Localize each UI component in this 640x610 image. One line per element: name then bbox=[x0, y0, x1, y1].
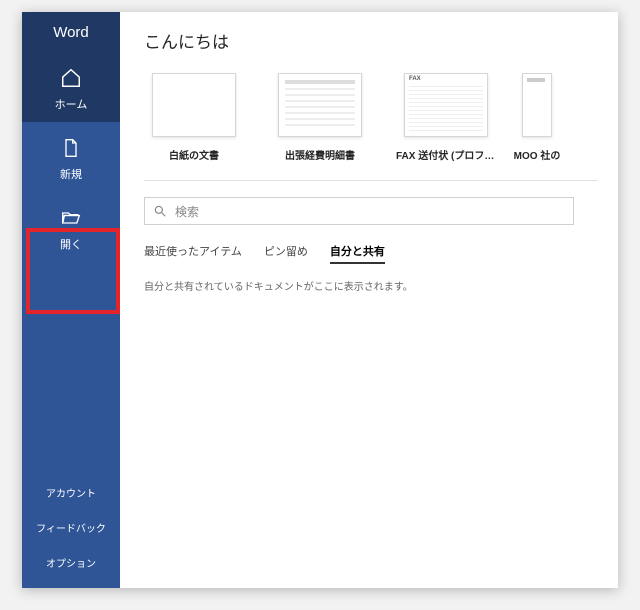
tab-pinned[interactable]: ピン留め bbox=[264, 243, 308, 264]
template-fax[interactable]: FAX 送付状 (プロフェ… bbox=[396, 73, 496, 162]
template-label: 出張経費明細書 bbox=[285, 147, 355, 162]
template-thumb bbox=[278, 73, 362, 137]
divider bbox=[144, 180, 598, 181]
template-label: FAX 送付状 (プロフェ… bbox=[396, 147, 496, 162]
home-icon bbox=[59, 66, 83, 90]
nav-item-label: 新規 bbox=[60, 166, 82, 182]
sidebar: Word ホーム 新規 開く アカウント bbox=[22, 12, 120, 588]
nav-item-options[interactable]: オプション bbox=[22, 545, 120, 580]
nav-item-label: 開く bbox=[60, 236, 82, 252]
template-label: 白紙の文書 bbox=[169, 147, 219, 162]
app-window: Word ホーム 新規 開く アカウント bbox=[22, 12, 618, 588]
nav-item-feedback[interactable]: フィードバック bbox=[22, 510, 120, 545]
tab-recent[interactable]: 最近使ったアイテム bbox=[144, 243, 242, 264]
recent-tabs: 最近使ったアイテム ピン留め 自分と共有 bbox=[144, 243, 618, 264]
template-thumb bbox=[404, 73, 488, 137]
search-placeholder: 検索 bbox=[175, 203, 199, 220]
nav-primary: ホーム 新規 開く bbox=[22, 52, 120, 262]
page-title: こんにちは bbox=[144, 28, 618, 53]
template-blank[interactable]: 白紙の文書 bbox=[144, 73, 244, 162]
search-input[interactable]: 検索 bbox=[144, 197, 574, 225]
template-row: 白紙の文書 出張経費明細書 FAX 送付状 (プロフェ… MOO 社の bbox=[144, 73, 618, 162]
document-icon bbox=[59, 136, 83, 160]
nav-item-account[interactable]: アカウント bbox=[22, 475, 120, 510]
app-title: Word bbox=[22, 12, 120, 52]
template-label: MOO 社の bbox=[514, 147, 561, 162]
nav-secondary: アカウント フィードバック オプション bbox=[22, 475, 120, 588]
nav-item-label: ホーム bbox=[55, 96, 88, 112]
nav-item-open[interactable]: 開く bbox=[22, 192, 120, 262]
search-icon bbox=[153, 204, 167, 218]
template-thumb bbox=[152, 73, 236, 137]
tab-empty-message: 自分と共有されているドキュメントがここに表示されます。 bbox=[144, 278, 618, 293]
main-panel: こんにちは 白紙の文書 出張経費明細書 FAX 送付状 (プロフェ… MOO 社… bbox=[120, 12, 618, 588]
tab-shared[interactable]: 自分と共有 bbox=[330, 243, 385, 264]
template-moo[interactable]: MOO 社の bbox=[522, 73, 552, 162]
template-expense[interactable]: 出張経費明細書 bbox=[270, 73, 370, 162]
nav-item-home[interactable]: ホーム bbox=[22, 52, 120, 122]
template-thumb bbox=[522, 73, 552, 137]
folder-open-icon bbox=[59, 206, 83, 230]
nav-item-new[interactable]: 新規 bbox=[22, 122, 120, 192]
